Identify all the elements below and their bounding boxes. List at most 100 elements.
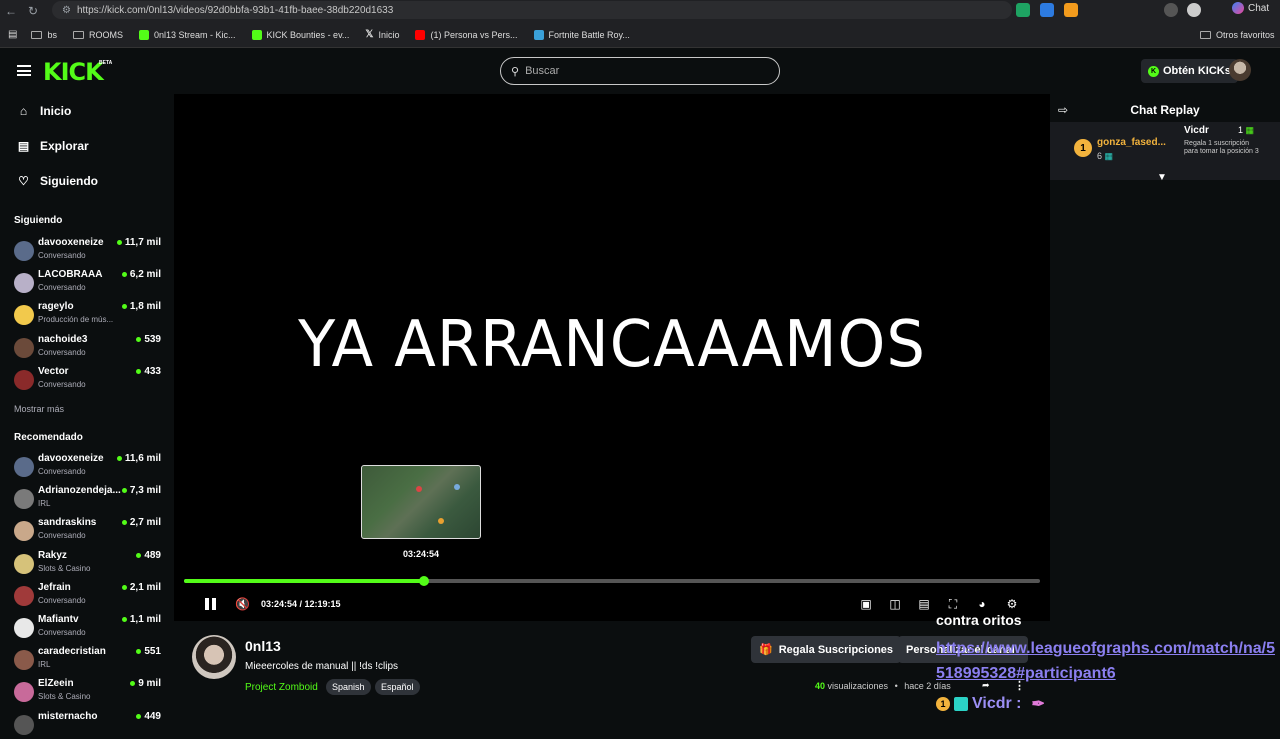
channel-name: sandraskins (38, 517, 97, 529)
following-channel[interactable]: LACOBRAAA Conversando 6,2 mil (14, 269, 164, 297)
viewer-count: 6,2 mil (121, 269, 161, 280)
streamer-name[interactable]: 0nl13 (245, 638, 281, 654)
copilot-icon (1232, 2, 1244, 14)
folder-icon (72, 30, 84, 39)
recommended-channel[interactable]: sandraskins Conversando 2,7 mil (14, 517, 164, 545)
recommended-channel[interactable]: Adrianozendeja... IRL 7,3 mil (14, 485, 164, 513)
channel-name: LACOBRAAA (38, 269, 103, 281)
tab-icon (533, 29, 544, 40)
recommended-channel[interactable]: Jefrain Conversando 2,1 mil (14, 582, 164, 610)
viewer-count-value: 551 (144, 646, 161, 658)
sidebar-item-label: Explorar (40, 139, 89, 153)
channel-avatar (14, 714, 34, 735)
following-channel[interactable]: Vector Conversando 433 (14, 366, 164, 394)
following-channel[interactable]: davooxeneize Conversando 11,7 mil (14, 237, 164, 265)
seek-preview-time: 03:24:54 (402, 549, 440, 559)
browser-chat-button[interactable]: Chat (1232, 2, 1269, 14)
get-kicks-button[interactable]: K Obtén KICKs (1141, 59, 1238, 83)
channel-category: Conversando (38, 595, 86, 605)
sidebar-item-siguiendo[interactable]: ♡ Siguiendo (17, 174, 98, 188)
gifter-name[interactable]: gonza_fased... (1097, 137, 1166, 148)
leaderboard-user[interactable]: Vicdr (1184, 125, 1209, 136)
recommended-channel[interactable]: davooxeneize Conversando 11,6 mil (14, 453, 164, 481)
viewer-count-value: 1,8 mil (129, 301, 161, 313)
recommended-channel[interactable]: Rakyz Slots & Casino 489 (14, 550, 164, 578)
bookmark-item[interactable]: (1) Persona vs Pers... (415, 29, 518, 40)
recommended-channel[interactable]: misternacho 449 (14, 711, 164, 739)
preview-detail (416, 486, 422, 492)
preview-detail (454, 484, 460, 490)
address-bar[interactable]: ⚙ https://kick.com/0nl13/videos/92d0bbfa… (52, 1, 1012, 19)
video-player[interactable]: YA ARRANCAAAMOS 03:24:54 🔇 03:24:54 / 12… (174, 94, 1050, 621)
profile-icon[interactable] (1164, 3, 1178, 17)
bookmark-label: ROOMS (88, 29, 123, 40)
progress-fill (184, 579, 425, 583)
following-section-title: Siguiendo (14, 215, 63, 226)
menu-icon[interactable] (17, 65, 31, 76)
back-icon[interactable]: ← (0, 4, 22, 18)
tag-espanol[interactable]: Español (375, 679, 420, 695)
streamer-avatar[interactable] (192, 635, 236, 679)
preview-detail (438, 518, 444, 524)
live-dot-icon (116, 240, 122, 245)
bookmark-item[interactable]: KICK Bounties - ev... (251, 29, 349, 40)
sidebar-item-label: Siguiendo (40, 174, 98, 188)
kick-logo[interactable]: KICK (43, 58, 104, 86)
pause-button[interactable] (205, 598, 217, 610)
following-channel[interactable]: nachoide3 Conversando 539 (14, 334, 164, 362)
sidebar-item-explorar[interactable]: ▤ Explorar (17, 139, 89, 153)
site-info-icon[interactable]: ⚙ (62, 5, 71, 16)
search-icon: ⚲ (511, 65, 520, 78)
channel-category: IRL (38, 660, 51, 670)
sub-gift-icon: ▦ (1245, 125, 1255, 135)
search-input[interactable] (525, 65, 766, 77)
theater-mode-icon[interactable]: ▤ (917, 597, 931, 611)
extension-icon[interactable] (1064, 3, 1078, 17)
search-box[interactable]: ⚲ (500, 57, 780, 85)
bookmark-item[interactable]: 0nl13 Stream - Kic... (138, 29, 236, 40)
following-channel[interactable]: rageylo Producción de mús... 1,8 mil (14, 301, 164, 329)
recommended-channel[interactable]: ElZeein Slots & Casino 9 mil (14, 678, 164, 706)
stream-category[interactable]: Project Zomboid (245, 682, 318, 693)
progress-bar[interactable] (184, 576, 1040, 586)
channel-avatar (14, 273, 34, 294)
stream-title: Mieeercoles de manual || !ds !clips (245, 661, 399, 672)
progress-handle[interactable] (419, 576, 430, 586)
refresh-icon[interactable]: ↻ (22, 4, 44, 18)
recommended-channel[interactable]: caradecristian IRL 551 (14, 646, 164, 674)
recommended-channel[interactable]: Mafiantv Conversando 1,1 mil (14, 614, 164, 642)
bookmarks-menu-icon[interactable]: ▤ (8, 29, 17, 40)
sidebar-item-inicio[interactable]: ⌂ Inicio (17, 104, 71, 118)
viewer-count: 9 mil (130, 678, 161, 689)
live-dot-icon (136, 552, 142, 558)
sidebar-item-label: Inicio (40, 104, 72, 118)
settings-gear-icon[interactable]: ⚙ (1005, 597, 1019, 611)
mute-icon[interactable]: 🔇 (235, 597, 250, 611)
x-icon: 𝕏 (365, 29, 374, 40)
bookmark-item[interactable]: 𝕏 Inicio (365, 29, 399, 40)
fullscreen-icon[interactable]: ⛶ (946, 597, 960, 611)
channel-name: rageylo (38, 301, 74, 313)
clip-icon[interactable]: ◫ (888, 597, 902, 611)
gift-subscriptions-button[interactable]: 🎁 Regala Suscripciones (751, 636, 902, 663)
live-dot-icon (136, 713, 142, 719)
channel-name: davooxeneize (38, 237, 104, 248)
gifter-badge-icon: 1 (936, 697, 950, 711)
extension-icon[interactable] (1040, 3, 1054, 17)
tag-spanish[interactable]: Spanish (326, 679, 371, 695)
other-bookmarks[interactable]: Otros favoritos (1200, 30, 1275, 40)
show-more-link[interactable]: Mostrar más (14, 404, 64, 414)
viewer-count: 1,8 mil (121, 301, 161, 313)
extension-icon[interactable] (1016, 3, 1030, 17)
home-icon: ⌂ (19, 103, 28, 118)
account-icon[interactable] (1187, 3, 1201, 17)
expand-chevron-icon[interactable]: ▼ (1157, 172, 1167, 183)
bookmark-item[interactable]: bs (31, 30, 57, 40)
miniplayer-icon[interactable]: ▣ (859, 597, 873, 611)
playback-speed-icon[interactable]: ◕ (975, 597, 989, 611)
bookmark-item[interactable]: ROOMS (72, 29, 123, 40)
bookmark-item[interactable]: Fortnite Battle Roy... (533, 29, 630, 40)
leaderboard-count: 1 ▦ (1238, 125, 1254, 136)
overlay-link[interactable]: https://www.leagueofgraphs.com/match/na/… (936, 636, 1278, 686)
user-avatar[interactable] (1229, 59, 1251, 81)
